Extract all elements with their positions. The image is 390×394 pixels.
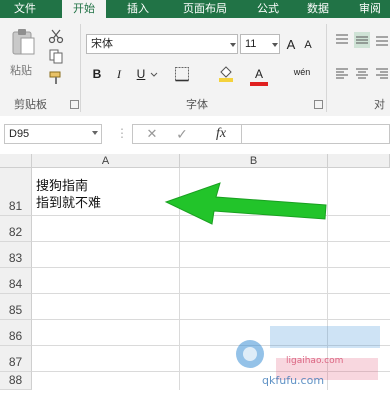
watermark-text: ligaihao.com (286, 356, 344, 366)
watermark-text: qkfufu.com (262, 374, 325, 387)
